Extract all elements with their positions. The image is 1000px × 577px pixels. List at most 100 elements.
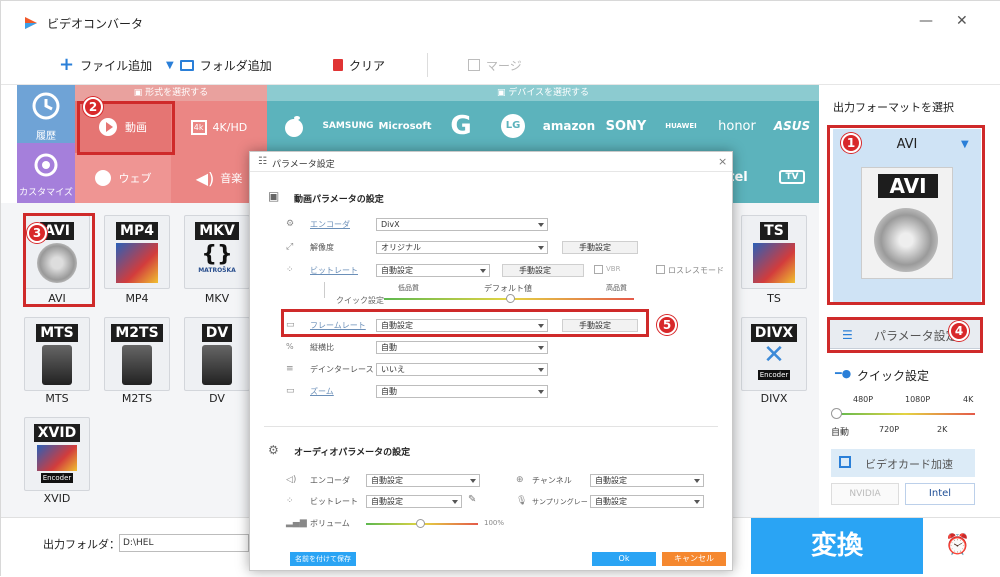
lossless-checkbox[interactable]: [656, 265, 665, 274]
brand-tv[interactable]: TV: [765, 151, 819, 203]
format-mts[interactable]: MTS: [24, 317, 90, 391]
hd-category[interactable]: 4k 4K/HD: [171, 101, 267, 153]
deinterlace-select[interactable]: いいえ: [376, 363, 548, 376]
add-folder-button[interactable]: ▼ フォルダ追加: [166, 55, 272, 75]
brand-apple[interactable]: [267, 101, 321, 151]
encoder-select[interactable]: DivX: [376, 218, 548, 231]
default-value-label: デフォルト値: [484, 284, 532, 293]
trash-icon: [333, 59, 343, 71]
format-ts-tag: TS: [760, 222, 788, 240]
dialog-title: パラメータ設定: [272, 160, 335, 170]
brand-honor[interactable]: honor: [709, 101, 765, 151]
bitrate-label[interactable]: ビットレート: [310, 265, 358, 276]
resolution-manual-button[interactable]: 手動設定: [562, 241, 638, 254]
audio-encoder-label: エンコーダ: [310, 476, 350, 485]
ok-button[interactable]: Ok: [592, 552, 656, 566]
merge-icon: [468, 59, 480, 71]
brand-microsoft[interactable]: Microsoft: [375, 101, 435, 151]
connector-line: [324, 282, 325, 298]
audio-settings-icon: ⚙: [268, 443, 279, 457]
format-m2ts-label: M2TS: [121, 392, 153, 405]
aspect-select[interactable]: 自動: [376, 341, 548, 354]
lg-logo: LG: [501, 114, 525, 138]
channel-select[interactable]: 自動設定: [590, 474, 704, 487]
samplerate-select[interactable]: 自動設定: [590, 495, 704, 508]
volume-slider-thumb[interactable]: [416, 519, 425, 528]
bitrate-manual-button[interactable]: 手動設定: [502, 264, 584, 277]
web-label: ウェブ: [118, 172, 152, 185]
custom-category[interactable]: カスタマイズ: [17, 143, 75, 203]
audio-encoder-select[interactable]: 自動設定: [366, 474, 480, 487]
edit-pencil-icon[interactable]: ✎: [468, 494, 476, 505]
clock-icon: [32, 92, 60, 120]
add-file-button[interactable]: + ファイル追加: [59, 55, 152, 75]
resolution-select[interactable]: オリジナル: [376, 241, 548, 254]
format-divx[interactable]: DIVX ✕ Encoder: [741, 317, 807, 391]
brand-lg[interactable]: LG: [487, 101, 539, 151]
brand-huawei[interactable]: HUAWEI: [653, 101, 709, 151]
output-format-title: 出力フォーマットを選択: [833, 101, 954, 114]
add-folder-label: フォルダ追加: [199, 58, 272, 73]
intel-button[interactable]: Intel: [905, 483, 975, 505]
gear-icon: [34, 153, 58, 177]
tick-2k: 2K: [937, 425, 948, 434]
quality-slider-track[interactable]: [835, 413, 975, 415]
output-folder-label: 出力フォルダ：: [43, 538, 120, 551]
merge-button[interactable]: マージ: [468, 55, 522, 75]
brand-samsung[interactable]: SAMSUNG: [321, 101, 375, 151]
close-button[interactable]: ✕: [956, 13, 968, 29]
audio-bitrate-label: ビットレート: [310, 497, 358, 506]
history-category[interactable]: 履歴: [17, 85, 75, 143]
zoom-select[interactable]: 自動: [376, 385, 548, 398]
format-m2ts[interactable]: M2TS: [104, 317, 170, 391]
quick-slider-thumb[interactable]: [506, 294, 515, 303]
format-xvid-tag: XVID: [33, 424, 81, 442]
bitrate-select[interactable]: 自動設定: [376, 264, 490, 277]
app-logo-icon: [25, 17, 37, 29]
format-xvid-label: XVID: [43, 492, 71, 505]
encoder-label[interactable]: エンコーダ: [310, 219, 350, 230]
format-mts-label: MTS: [45, 392, 69, 405]
format-xvid-sub: Encoder: [40, 473, 74, 483]
brand-sony[interactable]: SONY: [599, 101, 653, 151]
format-mkv[interactable]: MKV {} MATROŠKA: [184, 215, 250, 289]
cancel-button[interactable]: キャンセル: [662, 552, 726, 566]
zoom-label[interactable]: ズーム: [310, 386, 334, 397]
brand-amazon[interactable]: amazon: [539, 101, 599, 151]
gpu-accel-button[interactable]: ビデオカード加速: [831, 449, 975, 477]
deinterlace-label: デインターレース: [310, 365, 374, 374]
nvidia-button[interactable]: NVIDIA: [831, 483, 899, 505]
camcorder-icon: [42, 345, 72, 385]
quality-slider-thumb[interactable]: [831, 408, 842, 419]
intel-label: Intel: [928, 488, 952, 499]
brand-asus[interactable]: ASUS: [765, 101, 819, 151]
format-dv[interactable]: DV: [184, 317, 250, 391]
tick-1080p: 1080P: [905, 395, 931, 404]
history-label: 履歴: [36, 131, 56, 142]
manual-label: 手動設定: [519, 266, 551, 275]
deinterlace-icon: ≡: [286, 364, 294, 374]
annotation-number-5: 5: [657, 315, 677, 335]
alarm-clock-icon[interactable]: ⏰: [945, 532, 970, 556]
audio-bitrate-select[interactable]: 自動設定: [366, 495, 462, 508]
save-as-button[interactable]: 名前を付けて保存: [290, 552, 356, 566]
convert-button[interactable]: 変換: [751, 518, 923, 574]
format-mp4-tag: MP4: [116, 222, 158, 240]
format-ts[interactable]: TS: [741, 215, 807, 289]
format-dv-label: DV: [209, 392, 225, 405]
title-bar: ビデオコンバータ — ✕: [1, 1, 1000, 45]
format-xvid[interactable]: XVID Encoder: [24, 417, 90, 491]
web-category[interactable]: ウェブ: [75, 153, 171, 203]
chip-icon: [839, 456, 851, 468]
clear-button[interactable]: クリア: [333, 55, 385, 75]
minimize-button[interactable]: —: [919, 13, 933, 29]
output-folder-input[interactable]: D:\HEL: [119, 534, 249, 552]
zoom-icon: ▭: [286, 386, 295, 396]
dialog-close-button[interactable]: ×: [718, 155, 727, 168]
tick-480p: 480P: [853, 395, 874, 404]
format-mp4[interactable]: MP4: [104, 215, 170, 289]
toolbar-divider: [427, 53, 428, 77]
tick-auto: 自動: [831, 428, 850, 438]
brand-google[interactable]: G: [435, 101, 487, 151]
vbr-checkbox[interactable]: [594, 265, 603, 274]
